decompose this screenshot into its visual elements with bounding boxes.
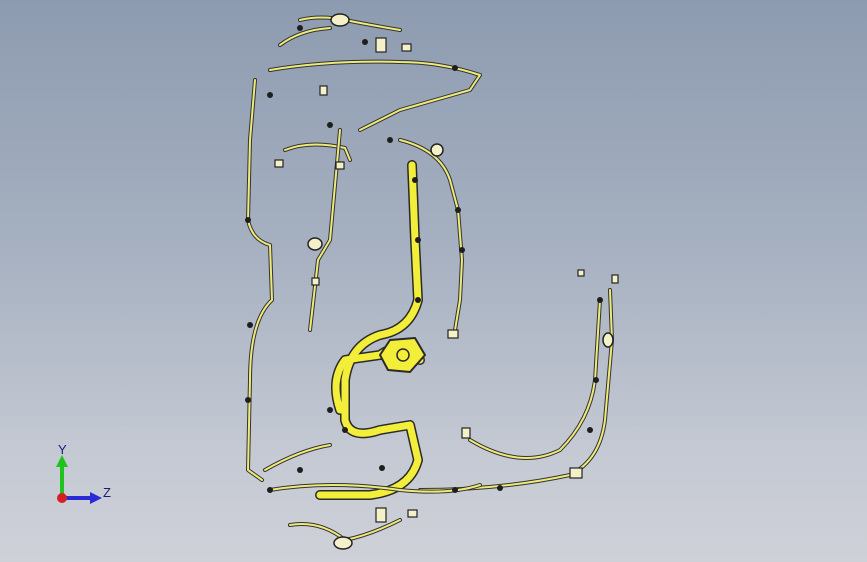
wire-harness-model[interactable]: [0, 0, 867, 562]
cad-viewport[interactable]: Y Z: [0, 0, 867, 562]
top-branch-wire-fill: [269, 16, 481, 161]
main-trunk-outline: [315, 160, 425, 500]
junction-block: [379, 337, 426, 373]
z-axis-arrowhead: [90, 492, 102, 504]
y-axis-label: Y: [58, 442, 67, 457]
z-axis-label: Z: [103, 485, 111, 500]
connectors: [274, 37, 619, 523]
main-trunk: [316, 161, 424, 499]
top-branch-wire: [268, 15, 482, 162]
x-axis-origin: [57, 493, 67, 503]
clips: [245, 25, 603, 493]
left-branch-wire: [246, 78, 274, 482]
